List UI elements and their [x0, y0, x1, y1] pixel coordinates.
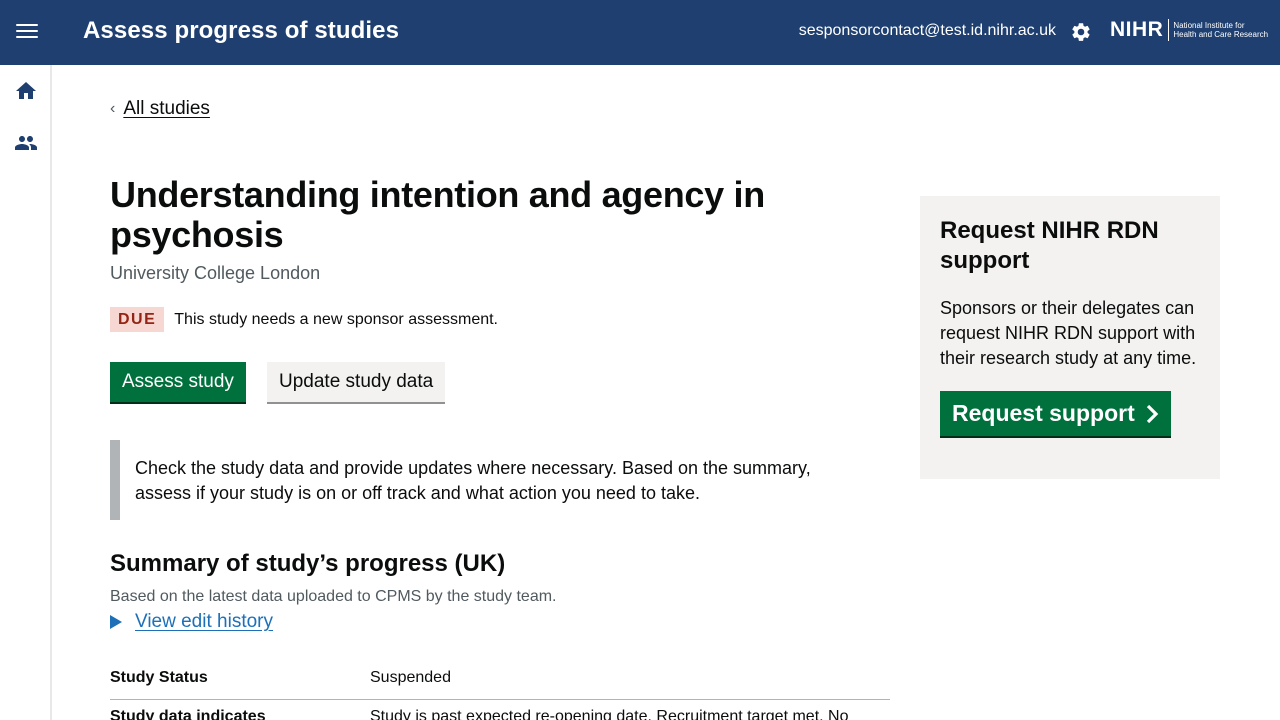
summary-row: Study data indicates Study is past expec…	[110, 708, 890, 720]
chevron-left-icon: ‹	[110, 100, 116, 117]
triangle-right-icon	[110, 615, 122, 629]
assess-study-button[interactable]: Assess study	[110, 362, 246, 402]
back-link[interactable]: ‹ All studies	[110, 98, 210, 120]
update-study-data-button[interactable]: Update study data	[267, 362, 446, 402]
logo-word: NIHR	[1110, 18, 1164, 41]
request-support-button[interactable]: Request support	[940, 391, 1171, 436]
nihr-logo: NIHR National Institute for Health and C…	[1110, 18, 1268, 42]
study-organisation: University College London	[110, 263, 321, 283]
logo-sub-line2: Health and Care Research	[1173, 30, 1269, 39]
request-support-label: Request support	[952, 400, 1135, 426]
study-title: Understanding intention and agency in ps…	[110, 174, 765, 255]
side-navigation	[0, 65, 52, 720]
status-badge: DUE	[110, 307, 165, 332]
logo-divider	[1168, 19, 1170, 41]
gear-icon[interactable]	[1070, 21, 1092, 43]
summary-value: Study is past expected re-opening date. …	[370, 708, 849, 720]
panel-heading: Request NIHR RDN support	[940, 217, 1159, 274]
view-edit-history-link[interactable]: View edit history	[135, 611, 273, 633]
user-email: sesponsorcontact@test.id.nihr.ac.uk	[798, 22, 1056, 39]
logo-sub-line1: National Institute for	[1173, 21, 1245, 30]
summary-heading: Summary of study’s progress (UK)	[110, 550, 506, 577]
chevron-right-icon	[1146, 404, 1158, 423]
request-support-panel: Request NIHR RDN support Sponsors or the…	[920, 196, 1220, 479]
summary-key: Study Status	[110, 669, 208, 686]
logo-subtitle: National Institute for Health and Care R…	[1173, 21, 1268, 39]
back-link-label[interactable]: All studies	[123, 98, 210, 120]
app-header: Assess progress of studies sesponsorcont…	[0, 0, 1280, 65]
inset-text: Check the study data and provide updates…	[110, 440, 850, 520]
summary-subtext: Based on the latest data uploaded to CPM…	[110, 588, 557, 605]
menu-icon[interactable]	[16, 24, 38, 42]
app-title[interactable]: Assess progress of studies	[83, 17, 399, 45]
summary-row: Study Status Suspended	[110, 669, 890, 700]
view-edit-history-toggle[interactable]: View edit history	[110, 611, 273, 633]
home-icon[interactable]	[14, 79, 38, 103]
panel-body: Sponsors or their delegates can request …	[940, 298, 1197, 368]
summary-key: Study data indicates	[110, 708, 266, 720]
status-text: This study needs a new sponsor assessmen…	[174, 310, 498, 328]
summary-value: Suspended	[370, 669, 451, 686]
status-row: DUE This study needs a new sponsor asses…	[110, 307, 498, 332]
people-icon[interactable]	[14, 131, 38, 155]
